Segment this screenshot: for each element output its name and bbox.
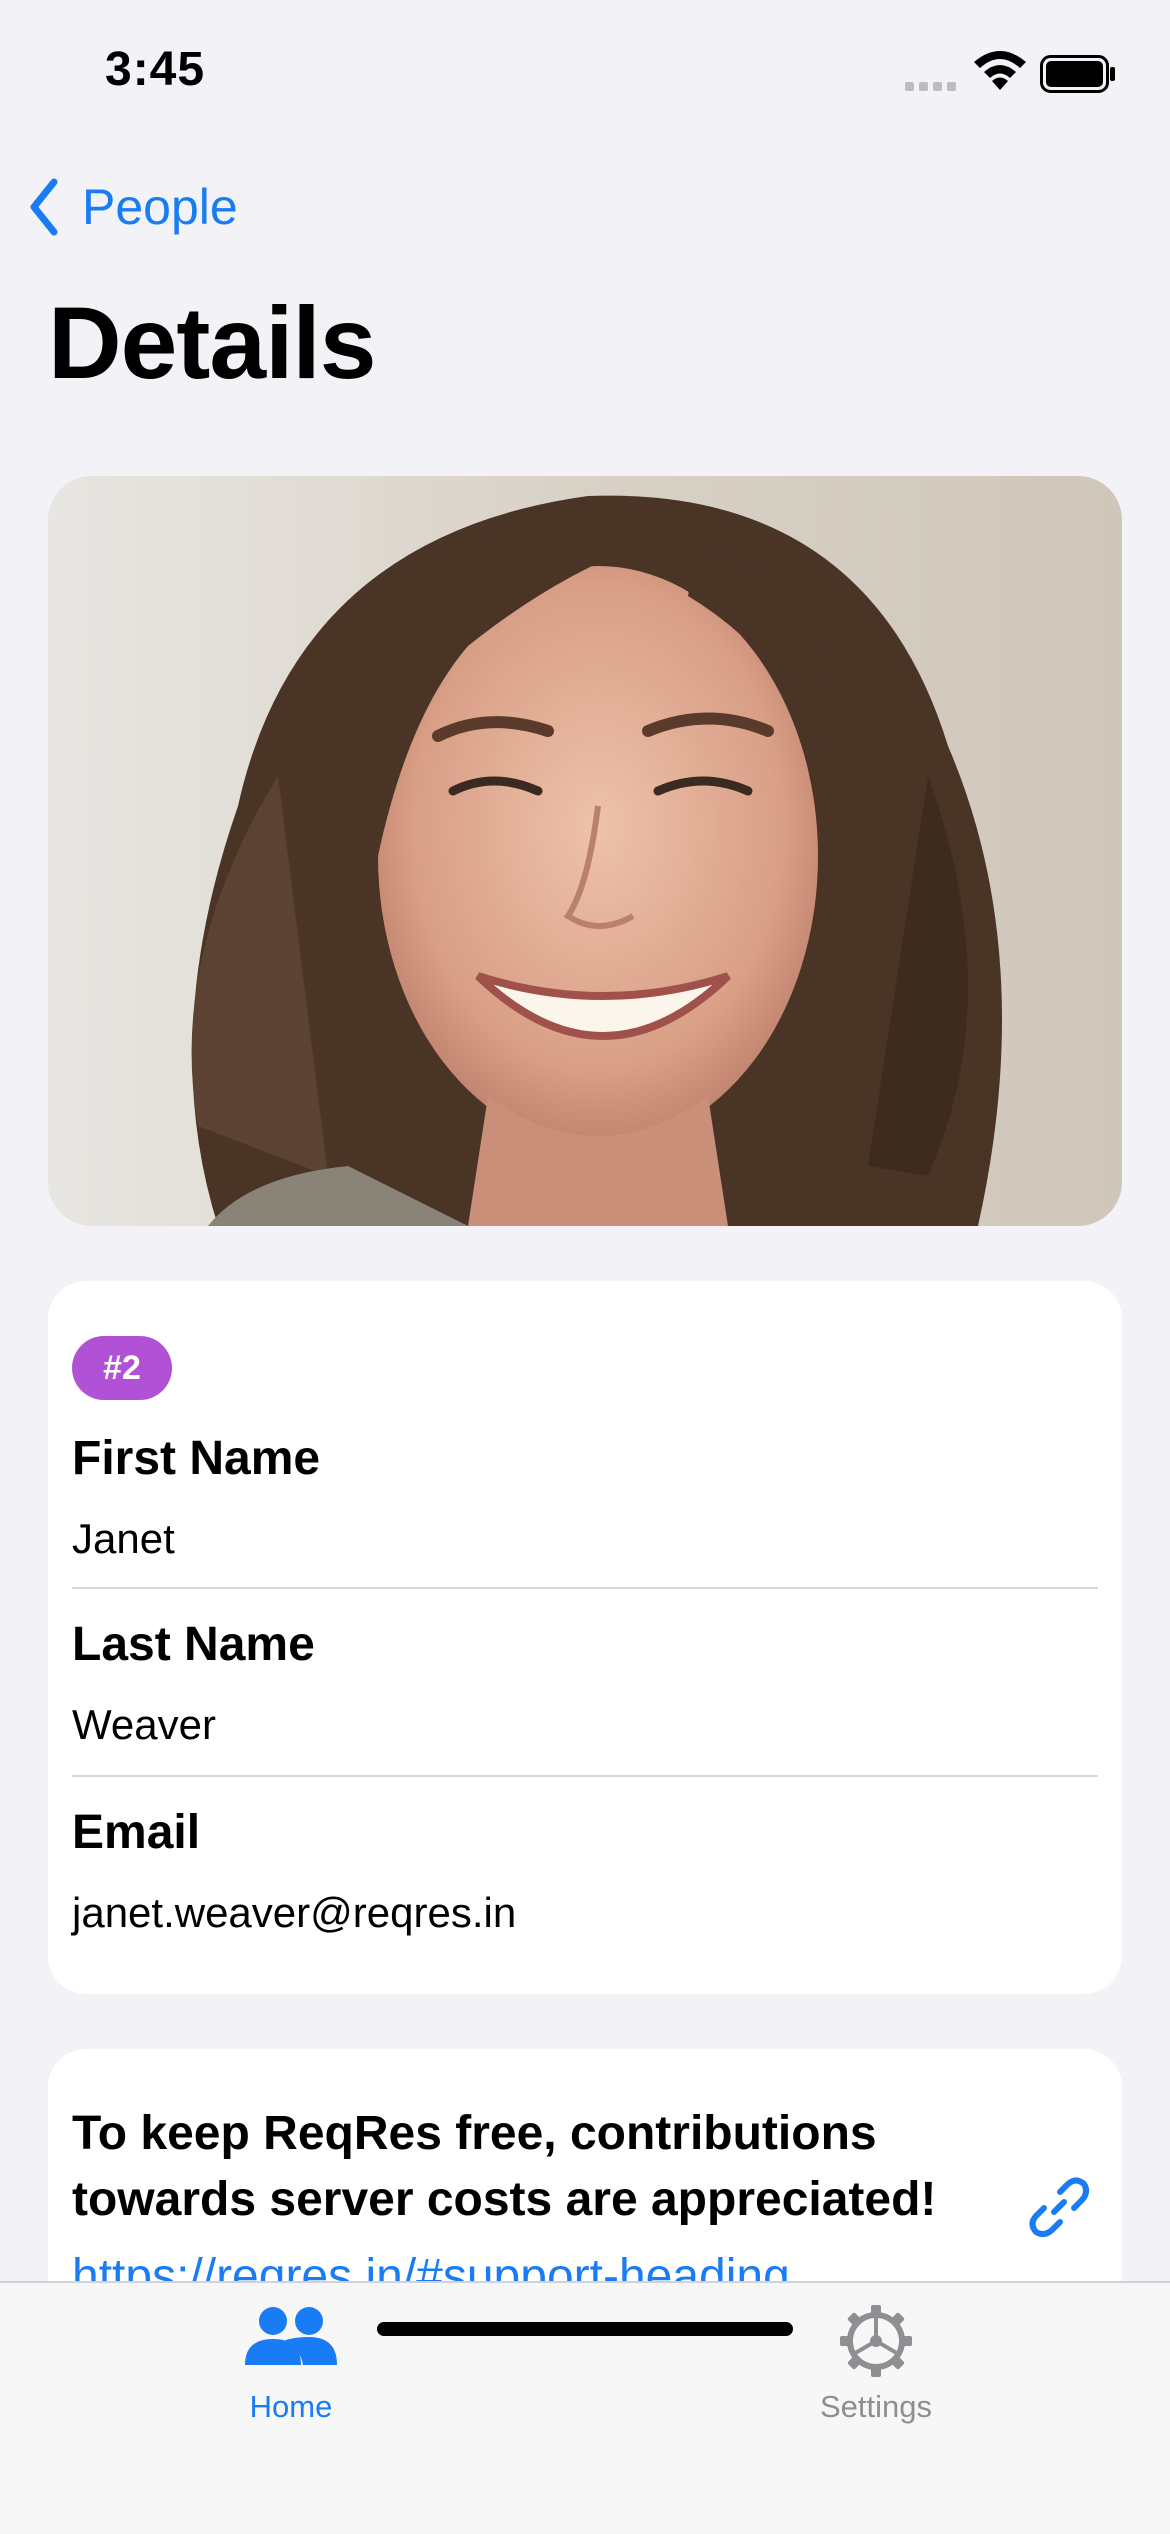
divider (72, 1775, 1098, 1777)
last-name-value: Weaver (72, 1701, 216, 1748)
back-label: People (82, 179, 238, 235)
wifi-icon (974, 51, 1026, 90)
status-time: 3:45 (105, 43, 206, 96)
last-name-field: Last Name Weaver (72, 1615, 1098, 1751)
gear-icon (840, 2305, 912, 2377)
tab-settings[interactable]: Settings (776, 2303, 976, 2443)
back-button[interactable]: People (28, 172, 238, 242)
battery-icon (1040, 55, 1115, 93)
tab-bar: Home Settings (0, 2281, 1170, 2534)
first-name-label: First Name (72, 1432, 321, 1485)
avatar-photo (48, 476, 1122, 1226)
link-icon[interactable] (1026, 2174, 1092, 2240)
tab-settings-label: Settings (819, 2389, 932, 2424)
home-indicator[interactable] (377, 2322, 793, 2336)
tab-home[interactable]: Home (191, 2303, 391, 2443)
divider (72, 1587, 1098, 1589)
user-info-card: #2 First Name Janet Last Name Weaver Ema… (48, 1281, 1122, 1994)
tab-home-label: Home (249, 2389, 333, 2424)
people-icon (245, 2307, 337, 2365)
support-text: To keep ReqRes free, contributions towar… (72, 2107, 937, 2226)
last-name-label: Last Name (72, 1618, 315, 1671)
first-name-value: Janet (72, 1515, 175, 1562)
page-title: Details (48, 286, 376, 400)
user-id-badge: #2 (72, 1336, 172, 1400)
status-bar: 3:45 (0, 0, 1170, 150)
first-name-field: First Name Janet (72, 1429, 1098, 1565)
email-field: Email janet.weaver@reqres.in (72, 1803, 1098, 1939)
cellular-signal-icon (905, 82, 956, 91)
chevron-left-icon (30, 178, 58, 236)
email-label: Email (72, 1806, 201, 1859)
email-value: janet.weaver@reqres.in (72, 1889, 517, 1936)
